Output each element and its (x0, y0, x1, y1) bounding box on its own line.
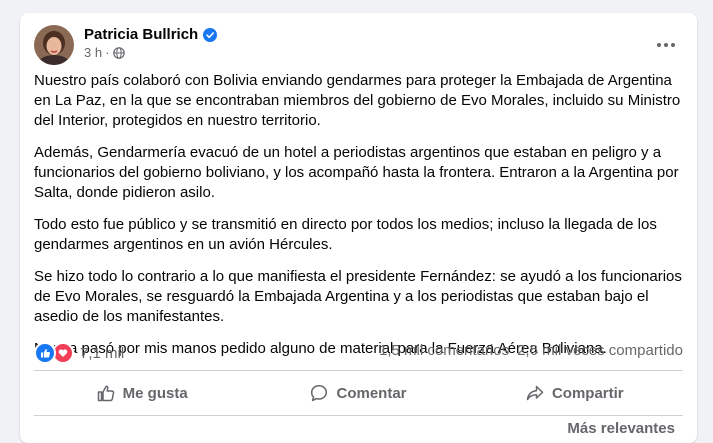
author-name[interactable]: Patricia Bullrich (84, 26, 198, 43)
thumbs-up-icon (97, 385, 114, 402)
post-meta: 3 h · (84, 45, 126, 60)
engagement-stats: 7,1 mil 1,5 mil comentarios 2,6 mil vece… (34, 342, 683, 364)
like-label: Me gusta (122, 384, 188, 402)
verified-badge-icon (203, 27, 218, 42)
post-paragraph: Nuestro país colaboró con Bolivia envian… (34, 72, 681, 129)
more-horizontal-icon (657, 43, 675, 47)
meta-separator: · (105, 45, 110, 60)
comment-icon (311, 385, 328, 402)
post-paragraph: Se hizo todo lo contrario a lo que manif… (34, 268, 682, 325)
author-row: Patricia Bullrich (84, 26, 218, 43)
comments-count-link[interactable]: 1,5 mil comentarios (379, 342, 509, 359)
post-paragraph: Todo esto fue público y se transmitió en… (34, 216, 657, 253)
author-avatar[interactable] (34, 25, 74, 65)
share-icon (526, 385, 544, 401)
post-body: Nuestro país colaboró con Bolivia envian… (34, 71, 684, 371)
reaction-count: 7,1 mil (80, 344, 125, 362)
globe-icon[interactable] (113, 46, 126, 59)
divider (34, 370, 683, 371)
post-card: Patricia Bullrich 3 h · Nuestro país col… (20, 13, 697, 443)
post-actions: Me gusta Comentar Compartir (34, 373, 683, 413)
more-options-button[interactable] (648, 27, 684, 63)
share-label: Compartir (551, 384, 624, 402)
like-button[interactable]: Me gusta (34, 373, 250, 413)
post-header: Patricia Bullrich 3 h · (34, 25, 684, 65)
comment-sort-dropdown[interactable]: Más relevantes (567, 420, 675, 437)
reactions-summary[interactable]: 7,1 mil (34, 342, 124, 364)
share-button[interactable]: Compartir (467, 373, 683, 413)
stats-right: 1,5 mil comentarios 2,6 mil veces compar… (379, 342, 683, 359)
like-reaction-icon (34, 342, 56, 364)
shares-count-link[interactable]: 2,6 mil veces compartido (517, 342, 683, 359)
comment-label: Comentar (336, 384, 407, 402)
post-timestamp[interactable]: 3 h (84, 45, 102, 60)
comment-button[interactable]: Comentar (250, 373, 466, 413)
post-paragraph: Además, Gendarmería evacuó de un hotel a… (34, 144, 679, 201)
divider (34, 415, 683, 416)
comment-sort-label: Más relevantes (567, 420, 675, 437)
